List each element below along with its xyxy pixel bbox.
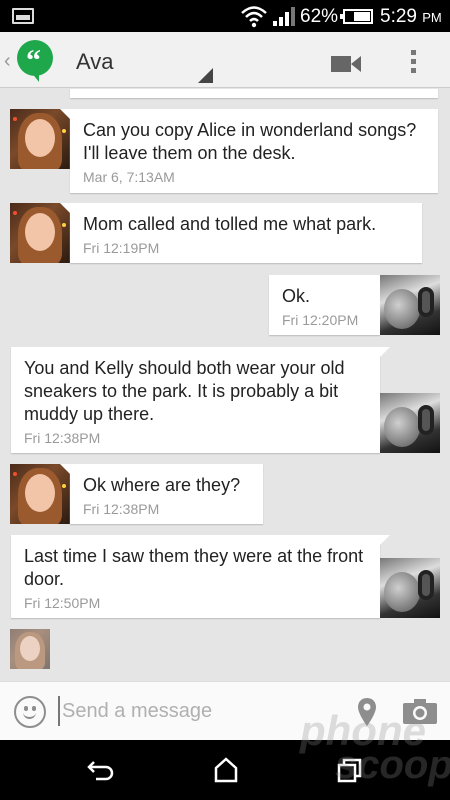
- contact-seen-avatar: [10, 629, 50, 669]
- hangouts-logo-icon[interactable]: “: [17, 40, 53, 82]
- camera-icon[interactable]: [403, 698, 437, 724]
- recent-apps-icon[interactable]: [335, 756, 365, 784]
- incoming-message-bubble[interactable]: Can you copy Alice in wonderland songs? …: [60, 109, 438, 193]
- outgoing-message-bubble[interactable]: Last time I saw them they were at the fr…: [11, 535, 390, 618]
- message-timestamp: Fri 12:50PM: [24, 595, 101, 611]
- outgoing-message-bubble[interactable]: Ok. Fri 12:20PM: [269, 275, 390, 335]
- message-timestamp: Fri 12:38PM: [83, 501, 160, 517]
- app-bar: ‹ “ Ava: [0, 32, 450, 88]
- outgoing-message-bubble[interactable]: You and Kelly should both wear your old …: [11, 347, 390, 453]
- battery-icon: [340, 9, 373, 24]
- video-call-icon[interactable]: [331, 54, 361, 74]
- back-icon[interactable]: [86, 756, 116, 784]
- message-composer: [0, 681, 450, 740]
- dropdown-corner-icon[interactable]: [198, 68, 213, 83]
- message-text: Can you copy Alice in wonderland songs? …: [83, 120, 417, 163]
- wifi-icon: [241, 6, 267, 28]
- message-timestamp: Fri 12:20PM: [282, 312, 359, 328]
- message-timestamp: Fri 12:19PM: [83, 240, 160, 256]
- home-icon[interactable]: [211, 756, 241, 784]
- incoming-message-bubble[interactable]: Ok where are they? Fri 12:38PM: [60, 464, 263, 524]
- clock: 5:29 PM: [380, 6, 442, 28]
- location-pin-icon[interactable]: [357, 697, 377, 727]
- message-text: Mom called and tolled me what park.: [83, 214, 377, 234]
- back-chevron-icon[interactable]: ‹: [4, 50, 11, 73]
- message-list[interactable]: Can you copy Alice in wonderland songs? …: [0, 89, 450, 681]
- previous-message-bubble: [70, 89, 438, 98]
- navigation-bar: [0, 740, 450, 800]
- image-notification-icon: [12, 8, 34, 24]
- signal-icon: [273, 7, 295, 26]
- status-bar: 62% 5:29 PM: [0, 0, 450, 32]
- message-input[interactable]: [58, 696, 338, 726]
- clock-time: 5:29: [380, 6, 417, 27]
- emoji-icon[interactable]: [14, 696, 46, 728]
- incoming-message-bubble[interactable]: Mom called and tolled me what park. Fri …: [60, 203, 422, 263]
- message-text: Ok.: [282, 286, 311, 306]
- message-text: Ok where are they?: [83, 475, 241, 495]
- contact-name[interactable]: Ava: [76, 49, 114, 75]
- clock-suffix: PM: [422, 10, 442, 25]
- message-timestamp: Mar 6, 7:13AM: [83, 169, 175, 185]
- overflow-menu-icon[interactable]: [410, 50, 418, 76]
- message-timestamp: Fri 12:38PM: [24, 430, 101, 446]
- message-text: You and Kelly should both wear your old …: [24, 358, 345, 424]
- battery-percent: 62%: [300, 6, 339, 27]
- my-avatar[interactable]: [380, 393, 440, 453]
- my-avatar[interactable]: [380, 275, 440, 335]
- message-text: Last time I saw them they were at the fr…: [24, 546, 364, 589]
- my-avatar[interactable]: [380, 558, 440, 618]
